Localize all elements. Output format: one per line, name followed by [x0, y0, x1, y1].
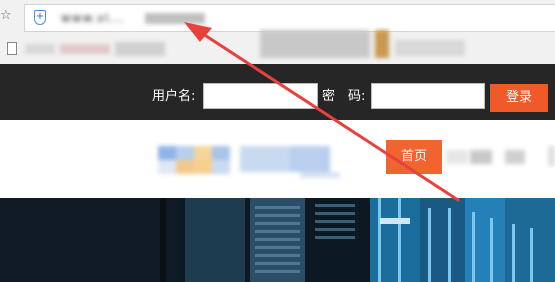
bookmark-blurred[interactable]: [115, 42, 165, 56]
bookmark-blurred[interactable]: [375, 30, 389, 58]
address-bar[interactable]: + www.vi...: [24, 4, 555, 32]
nav-item-blurred[interactable]: [505, 150, 525, 164]
page-icon[interactable]: [7, 42, 17, 55]
nav-item-blurred[interactable]: [548, 146, 555, 166]
url-blurred-segment: [145, 13, 205, 24]
bookmark-blurred[interactable]: [395, 40, 465, 56]
site-nav: 首页: [0, 120, 555, 198]
login-button[interactable]: 登录: [490, 84, 548, 112]
bookmark-star-icon[interactable]: ☆: [0, 9, 14, 23]
site-logo[interactable]: [150, 132, 350, 184]
username-label: 用户名:: [152, 89, 196, 104]
username-input[interactable]: [203, 83, 318, 109]
bookmark-blurred[interactable]: [60, 44, 110, 54]
bookmark-blurred[interactable]: [25, 44, 55, 54]
shield-icon[interactable]: +: [34, 10, 46, 25]
bookmarks-bar: [0, 30, 555, 64]
url-text[interactable]: www.vi...: [61, 11, 124, 25]
server-room-image: [0, 198, 555, 282]
browser-chrome: ☆ + www.vi...: [0, 0, 555, 64]
nav-item-blurred[interactable]: [470, 150, 492, 164]
login-bar: 用户名: 密 码: 登录: [0, 64, 555, 120]
password-label: 密 码:: [322, 89, 366, 104]
nav-item-blurred[interactable]: [446, 150, 468, 164]
bookmark-blurred[interactable]: [260, 30, 370, 58]
password-input[interactable]: [371, 83, 485, 109]
home-button[interactable]: 首页: [386, 140, 442, 174]
hero-banner: [0, 198, 555, 282]
